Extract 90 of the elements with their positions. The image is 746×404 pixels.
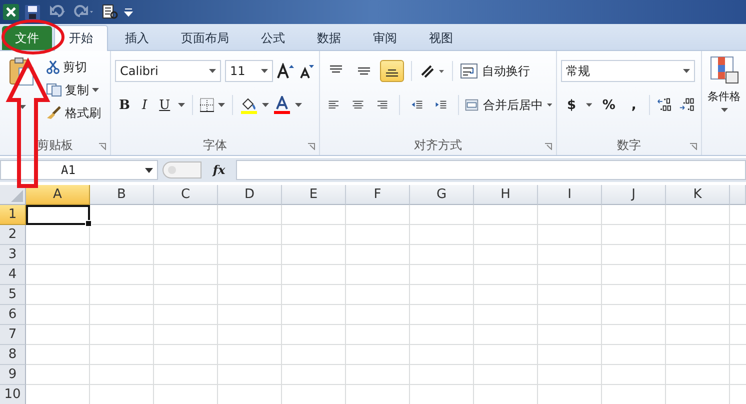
column-header[interactable]: F — [346, 185, 410, 205]
group-label: 剪贴板 — [37, 136, 73, 154]
dropdown-arrow-icon[interactable] — [683, 69, 690, 73]
dialog-launcher-icon[interactable] — [308, 143, 315, 150]
format-painter-button[interactable]: 格式刷 — [65, 104, 101, 122]
highlight-circle — [2, 20, 64, 54]
merge-center-button[interactable]: 合并后居中 — [482, 96, 543, 114]
copy-icon — [46, 83, 62, 97]
row-header[interactable]: 3 — [0, 245, 26, 265]
font-color-icon[interactable] — [273, 96, 292, 114]
dropdown-arrow-icon[interactable] — [295, 103, 302, 107]
row-header[interactable]: 8 — [0, 345, 26, 365]
insert-function-button[interactable]: fx — [206, 163, 232, 177]
brush-icon — [46, 106, 62, 120]
merge-center-icon — [465, 97, 479, 113]
scissors-icon — [46, 60, 60, 74]
group-label: 对齐方式 — [414, 136, 462, 154]
file-tab[interactable]: 文件 — [2, 26, 52, 50]
borders-icon[interactable] — [200, 98, 214, 112]
column-header[interactable]: A — [26, 185, 90, 205]
ribbon-tab[interactable]: 插入 — [110, 26, 164, 50]
column-header[interactable]: J — [602, 185, 666, 205]
dropdown-arrow-icon[interactable] — [209, 69, 216, 73]
ribbon-tab[interactable]: 公式 — [246, 26, 300, 50]
cut-button[interactable]: 剪切 — [63, 58, 87, 76]
clipboard-icon[interactable] — [9, 57, 35, 87]
conditional-format-icon[interactable] — [709, 55, 739, 85]
dialog-launcher-icon[interactable] — [690, 143, 697, 150]
row-header[interactable]: 1 — [0, 205, 26, 225]
ribbon-tab[interactable]: 视图 — [414, 26, 468, 50]
row-header[interactable]: 4 — [0, 265, 26, 285]
italic-button[interactable]: I — [138, 98, 152, 112]
comma-style-button[interactable]: , — [625, 98, 642, 112]
column-header[interactable]: G — [410, 185, 474, 205]
row-header[interactable]: 5 — [0, 285, 26, 305]
active-cell[interactable] — [26, 205, 90, 225]
dropdown-arrow-icon[interactable] — [546, 103, 552, 107]
column-header[interactable]: I — [538, 185, 602, 205]
conditional-format-button[interactable]: 条件格 — [708, 89, 740, 104]
column-header[interactable]: K — [666, 185, 730, 205]
row-header[interactable]: 9 — [0, 365, 26, 385]
customize-toolbar-icon[interactable] — [124, 6, 133, 18]
orientation-icon[interactable] — [419, 63, 445, 79]
wrap-text-icon — [460, 63, 478, 79]
number-format-dropdown[interactable]: 常规 — [561, 60, 695, 82]
row-header[interactable]: 7 — [0, 325, 26, 345]
column-header[interactable]: E — [282, 185, 346, 205]
font-size-dropdown[interactable]: 11 — [225, 60, 273, 82]
dropdown-arrow-icon[interactable] — [178, 103, 186, 107]
redo-icon[interactable] — [74, 5, 96, 19]
decrease-decimal-icon[interactable] — [679, 97, 697, 113]
shrink-font-icon[interactable] — [299, 63, 315, 79]
row-header[interactable]: 10 — [0, 385, 26, 404]
ribbon-tab[interactable]: 开始 — [54, 25, 108, 51]
dialog-launcher-icon[interactable] — [545, 143, 552, 150]
bold-button[interactable]: B — [115, 98, 134, 112]
row-header[interactable]: 2 — [0, 225, 26, 245]
excel-logo-icon[interactable] — [3, 4, 19, 20]
print-preview-icon[interactable] — [102, 4, 118, 20]
bottom-align-button[interactable] — [380, 60, 404, 82]
dropdown-arrow-icon[interactable] — [720, 108, 728, 112]
percent-button[interactable]: % — [596, 98, 622, 112]
save-icon[interactable] — [25, 4, 40, 20]
dropdown-arrow-icon[interactable] — [18, 105, 26, 109]
grow-font-icon[interactable] — [277, 63, 295, 79]
row-header[interactable]: 6 — [0, 305, 26, 325]
dropdown-arrow-icon[interactable] — [586, 103, 592, 107]
wrap-text-button[interactable]: 自动换行 — [482, 62, 530, 80]
column-header[interactable]: C — [154, 185, 218, 205]
column-header[interactable]: H — [474, 185, 538, 205]
dropdown-arrow-icon[interactable] — [261, 69, 268, 73]
formula-input[interactable] — [236, 160, 746, 180]
dialog-launcher-icon[interactable] — [99, 143, 106, 150]
ribbon-tab[interactable]: 页面布局 — [166, 26, 244, 50]
group-label: 数字 — [617, 136, 641, 154]
underline-button[interactable]: U — [155, 98, 174, 112]
copy-button[interactable]: 复制 — [65, 82, 89, 98]
name-box[interactable]: A1 — [0, 160, 158, 180]
column-header[interactable]: B — [90, 185, 154, 205]
dropdown-arrow-icon[interactable] — [218, 103, 226, 107]
dropdown-arrow-icon[interactable] — [92, 88, 99, 92]
group-label: 字体 — [203, 136, 227, 154]
ribbon-tab[interactable]: 审阅 — [358, 26, 412, 50]
font-name-dropdown[interactable]: Calibri — [115, 60, 221, 82]
resize-handle-icon[interactable] — [162, 161, 202, 179]
fill-color-icon[interactable] — [240, 96, 258, 114]
column-header[interactable]: D — [218, 185, 282, 205]
dropdown-arrow-icon[interactable] — [262, 103, 270, 107]
currency-button[interactable]: $ — [561, 98, 582, 112]
ribbon-tab[interactable]: 数据 — [302, 26, 356, 50]
